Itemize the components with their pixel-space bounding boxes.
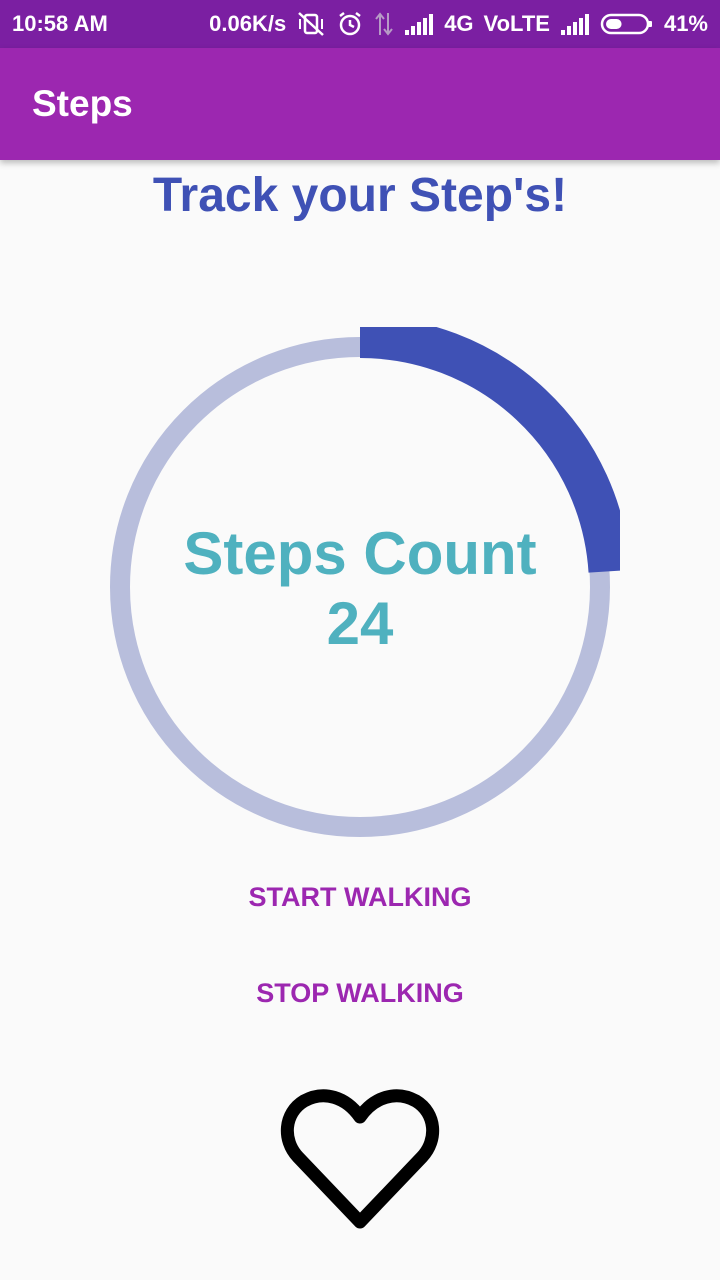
status-bar: 10:58 AM 0.06K/s 4G VoLTE 41% bbox=[0, 0, 720, 48]
vibrate-off-icon bbox=[296, 11, 326, 37]
app-title: Steps bbox=[32, 83, 133, 124]
battery-icon bbox=[600, 12, 654, 36]
steps-count-label: Steps Count bbox=[183, 520, 537, 587]
page-heading: Track your Step's! bbox=[152, 169, 568, 222]
volte-label: VoLTE bbox=[483, 11, 550, 36]
alarm-icon bbox=[336, 10, 364, 38]
data-arrows-icon bbox=[374, 11, 394, 37]
net-speed: 0.06K/s bbox=[209, 11, 287, 36]
start-walking-button[interactable]: START WALKING bbox=[160, 862, 560, 932]
signal-icon bbox=[404, 12, 434, 36]
status-time: 10:58 AM bbox=[12, 11, 108, 36]
network-type: 4G bbox=[444, 11, 474, 36]
signal-icon-2 bbox=[560, 12, 590, 36]
steps-count-display: Steps Count 24 bbox=[100, 520, 620, 660]
status-icons: 0.06K/s 4G VoLTE 41% bbox=[209, 10, 708, 38]
heart-outline-icon[interactable] bbox=[280, 1085, 440, 1235]
battery-percent: 41% bbox=[663, 11, 708, 36]
stop-walking-button[interactable]: STOP WALKING bbox=[160, 958, 560, 1028]
app-bar: Steps bbox=[0, 48, 720, 160]
steps-count-value: 24 bbox=[326, 590, 394, 657]
